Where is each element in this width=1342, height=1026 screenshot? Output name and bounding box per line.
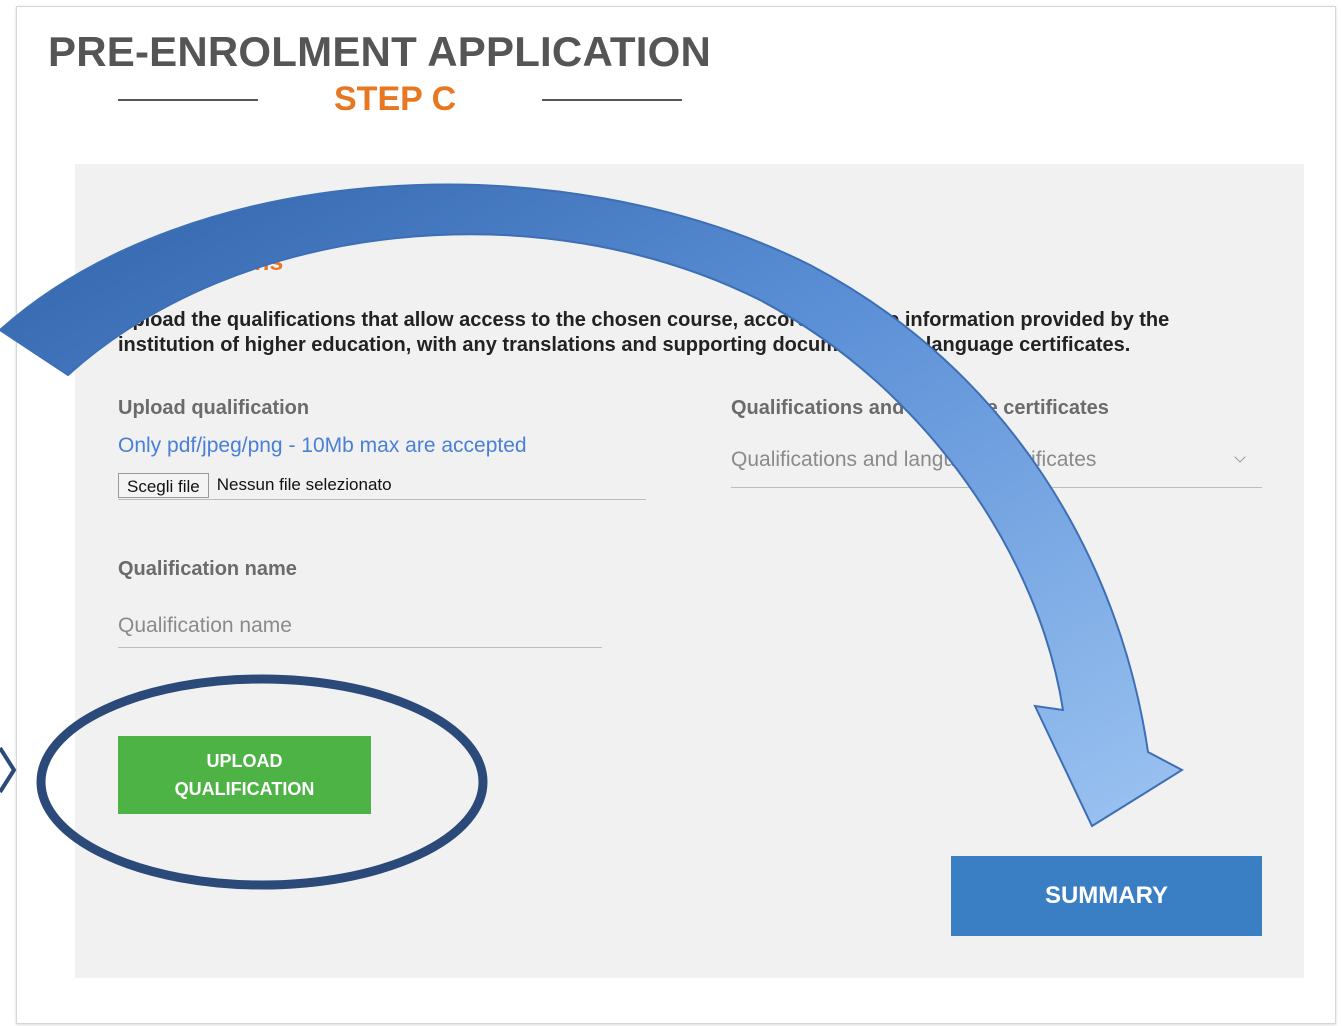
chevron-down-icon [1234,451,1246,463]
step-divider-left [118,99,258,101]
summary-button[interactable]: SUMMARY [951,856,1262,936]
file-input[interactable]: Scegli file Nessun file selezionato [118,471,646,500]
upload-button-line1: UPLOAD [206,751,283,771]
section-title: Qualifications [118,248,284,276]
upload-button-line2: QUALIFICATION [174,779,315,799]
page: PRE-ENROLMENT APPLICATION STEP C Qualifi… [0,0,1342,1026]
certificates-select[interactable]: Qualifications and language certificates [731,444,1262,488]
choose-file-button[interactable]: Scegli file [118,472,209,498]
qualification-name-label: Qualification name [118,558,297,580]
step-title: STEP C [334,80,457,118]
file-status-text: Nessun file selezionato [216,475,392,494]
upload-qualification-label: Upload qualification [118,397,310,419]
page-title: PRE-ENROLMENT APPLICATION [48,28,711,75]
step-divider-right [542,99,682,101]
upload-qualification-button[interactable]: UPLOAD QUALIFICATION [118,736,371,814]
chevron-right-icon [0,746,17,794]
instructions-text: Upload the qualifications that allow acc… [118,309,1170,356]
qualification-name-input[interactable] [118,604,602,648]
file-format-hint: Only pdf/jpeg/png - 10Mb max are accepte… [118,434,527,457]
certificates-label: Qualifications and language certificates [731,397,1109,419]
certificates-select-value: Qualifications and language certificates [731,448,1097,471]
